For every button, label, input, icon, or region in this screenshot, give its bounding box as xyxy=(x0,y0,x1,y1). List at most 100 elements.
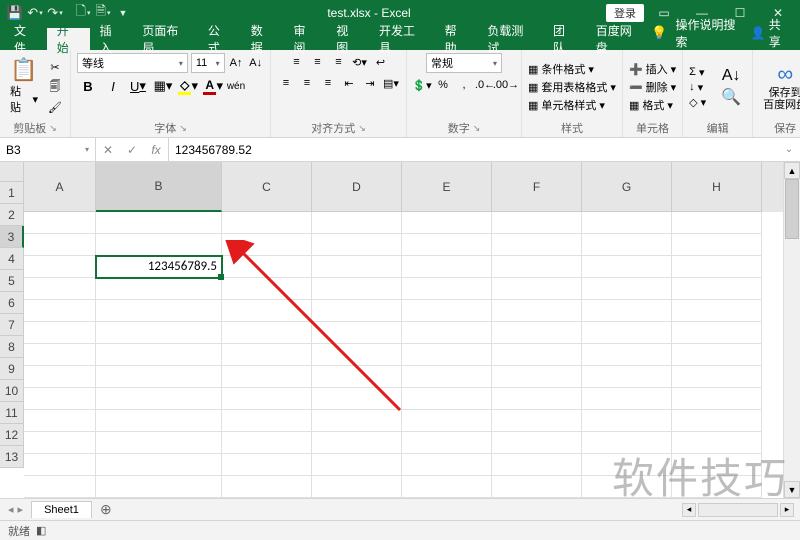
number-dialog[interactable] xyxy=(473,122,481,134)
indent-dec[interactable]: ⇤ xyxy=(340,74,358,92)
cell-B1[interactable] xyxy=(96,212,222,234)
cell-H8[interactable] xyxy=(672,366,762,388)
cell-A8[interactable] xyxy=(24,366,96,388)
format-painter-button[interactable]: 🖌 xyxy=(46,98,64,116)
cell-B4[interactable] xyxy=(96,278,222,300)
formula-input[interactable]: 123456789.52 xyxy=(169,138,778,161)
indent-inc[interactable]: ⇥ xyxy=(361,74,379,92)
scroll-up-button[interactable]: ▲ xyxy=(784,162,800,179)
cell-C11[interactable] xyxy=(222,432,312,454)
row-header-11[interactable]: 11 xyxy=(0,402,24,424)
cell-G9[interactable] xyxy=(582,388,672,410)
row-header-12[interactable]: 12 xyxy=(0,424,24,446)
cell-C6[interactable] xyxy=(222,322,312,344)
vertical-scrollbar[interactable]: ▲ ▼ xyxy=(783,162,800,498)
format-cells-button[interactable]: ▦ 格式 ▾ xyxy=(629,97,676,113)
cell-D8[interactable] xyxy=(312,366,402,388)
cell-G4[interactable] xyxy=(582,278,672,300)
cell-H4[interactable] xyxy=(672,278,762,300)
col-header-E[interactable]: E xyxy=(402,162,492,212)
cell-B10[interactable] xyxy=(96,410,222,432)
cell-G6[interactable] xyxy=(582,322,672,344)
sheet-tab-1[interactable]: Sheet1 xyxy=(31,501,92,518)
cell-H10[interactable] xyxy=(672,410,762,432)
cell-F10[interactable] xyxy=(492,410,582,432)
cell-E13[interactable] xyxy=(402,476,492,498)
cell-D1[interactable] xyxy=(312,212,402,234)
cell-D3[interactable] xyxy=(312,256,402,278)
fbar-cancel[interactable]: ✕ xyxy=(96,139,120,161)
cell-F12[interactable] xyxy=(492,454,582,476)
cell-D6[interactable] xyxy=(312,322,402,344)
align-bottom[interactable]: ≡ xyxy=(330,53,348,71)
comma-button[interactable]: , xyxy=(455,76,473,94)
login-button[interactable]: 登录 xyxy=(606,4,644,22)
cell-F6[interactable] xyxy=(492,322,582,344)
fill-color-button[interactable]: ◇▾ xyxy=(177,76,199,96)
table-format-button[interactable]: ▦ 套用表格格式 ▾ xyxy=(528,79,616,95)
hscroll-thumb[interactable] xyxy=(698,503,778,517)
fbar-expand[interactable]: ⌄ xyxy=(778,138,800,161)
orientation-button[interactable]: ⟲▾ xyxy=(351,53,369,71)
cell-C8[interactable] xyxy=(222,366,312,388)
font-size-combo[interactable]: 11▾ xyxy=(191,53,225,73)
cell-D7[interactable] xyxy=(312,344,402,366)
cell-H11[interactable] xyxy=(672,432,762,454)
insert-cells-button[interactable]: ➕ 插入 ▾ xyxy=(629,61,676,77)
fx-button[interactable]: fx xyxy=(144,139,168,161)
cell-E4[interactable] xyxy=(402,278,492,300)
scroll-thumb[interactable] xyxy=(785,179,799,239)
tab-baidu[interactable]: 百度网盘 xyxy=(586,28,652,50)
tab-file[interactable]: 文件 xyxy=(4,28,47,50)
cell-F7[interactable] xyxy=(492,344,582,366)
cell-G7[interactable] xyxy=(582,344,672,366)
cell-H3[interactable] xyxy=(672,256,762,278)
fill-handle[interactable] xyxy=(218,274,224,280)
cell-A1[interactable] xyxy=(24,212,96,234)
scroll-down-button[interactable]: ▼ xyxy=(784,481,800,498)
sheet-nav-next[interactable]: ▸ xyxy=(18,503,24,516)
cell-G3[interactable] xyxy=(582,256,672,278)
hscroll-right[interactable]: ▸ xyxy=(780,503,794,517)
cell-H1[interactable] xyxy=(672,212,762,234)
cell-A5[interactable] xyxy=(24,300,96,322)
sheet-nav-prev[interactable]: ◂ xyxy=(8,503,14,516)
row-header-1[interactable]: 1 xyxy=(0,182,24,204)
cell-F8[interactable] xyxy=(492,366,582,388)
cell-C9[interactable] xyxy=(222,388,312,410)
row-header-7[interactable]: 7 xyxy=(0,314,24,336)
cell-D5[interactable] xyxy=(312,300,402,322)
cell-A9[interactable] xyxy=(24,388,96,410)
tab-review[interactable]: 审阅 xyxy=(283,28,326,50)
ribbon-options-button[interactable]: ▭ xyxy=(646,0,682,26)
row-header-3[interactable]: 3 xyxy=(0,226,24,248)
cell-C2[interactable] xyxy=(222,234,312,256)
dec-decimal[interactable]: .00→ xyxy=(497,76,515,94)
cell-A4[interactable] xyxy=(24,278,96,300)
font-name-combo[interactable]: 等线▾ xyxy=(77,53,188,73)
tab-devtools[interactable]: 开发工具 xyxy=(369,28,435,50)
row-header-5[interactable]: 5 xyxy=(0,270,24,292)
grow-font-button[interactable]: A↑ xyxy=(228,54,245,72)
tab-loadtest[interactable]: 负载测试 xyxy=(477,28,543,50)
cell-B9[interactable] xyxy=(96,388,222,410)
row-header-4[interactable]: 4 xyxy=(0,248,24,270)
cell-G13[interactable] xyxy=(582,476,672,498)
cell-G5[interactable] xyxy=(582,300,672,322)
delete-cells-button[interactable]: ➖ 删除 ▾ xyxy=(629,79,676,95)
inc-decimal[interactable]: .0← xyxy=(476,76,494,94)
cell-E11[interactable] xyxy=(402,432,492,454)
qat-icon-1[interactable]: 🗋 xyxy=(74,4,92,22)
shrink-font-button[interactable]: A↓ xyxy=(247,54,264,72)
tab-formulas[interactable]: 公式 xyxy=(198,28,241,50)
redo-button[interactable]: ↷ xyxy=(46,4,64,22)
cell-E10[interactable] xyxy=(402,410,492,432)
cell-H13[interactable] xyxy=(672,476,762,498)
italic-button[interactable]: I xyxy=(102,76,124,96)
accounting-button[interactable]: 💲▾ xyxy=(413,76,431,94)
row-header-13[interactable]: 13 xyxy=(0,446,24,468)
cell-G2[interactable] xyxy=(582,234,672,256)
cell-H9[interactable] xyxy=(672,388,762,410)
cell-styles-button[interactable]: ▦ 单元格样式 ▾ xyxy=(528,97,616,113)
tab-view[interactable]: 视图 xyxy=(326,28,369,50)
